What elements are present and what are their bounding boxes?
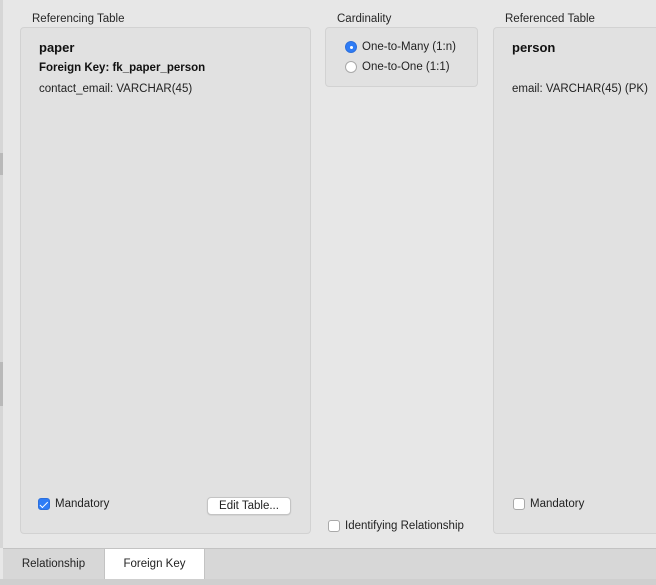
- window-bottom-edge: [0, 579, 656, 585]
- referenced-table-name: person: [512, 40, 556, 55]
- referencing-table-panel: paper Foreign Key: fk_paper_person conta…: [20, 27, 311, 534]
- referenced-table-label: Referenced Table: [505, 13, 595, 25]
- referenced-mandatory-checkbox[interactable]: Mandatory: [513, 498, 584, 510]
- tab-foreign-key[interactable]: Foreign Key: [104, 549, 205, 579]
- checkbox-checked-icon[interactable]: [38, 498, 50, 510]
- radio-one-to-many-label: One-to-Many (1:n): [362, 41, 456, 53]
- radio-selected-icon[interactable]: [345, 41, 357, 53]
- referenced-column[interactable]: email: VARCHAR(45) (PK): [512, 83, 648, 95]
- identifying-relationship-label: Identifying Relationship: [345, 520, 464, 532]
- checkbox-unchecked-icon[interactable]: [328, 520, 340, 532]
- cardinality-panel: One-to-Many (1:n) One-to-One (1:1): [325, 27, 478, 87]
- referenced-mandatory-label: Mandatory: [530, 498, 585, 510]
- radio-one-to-one[interactable]: One-to-One (1:1): [345, 61, 450, 73]
- edit-table-button[interactable]: Edit Table...: [207, 497, 291, 515]
- cardinality-label: Cardinality: [337, 13, 392, 25]
- referencing-column[interactable]: contact_email: VARCHAR(45): [39, 83, 192, 95]
- window-left-edge: [0, 0, 3, 548]
- splitter-mark: [0, 153, 3, 175]
- referencing-mandatory-label: Mandatory: [55, 498, 110, 510]
- referencing-mandatory-checkbox[interactable]: Mandatory: [38, 498, 109, 510]
- splitter-mark: [0, 362, 3, 384]
- foreign-key-name: Foreign Key: fk_paper_person: [39, 62, 206, 74]
- identifying-relationship-checkbox[interactable]: Identifying Relationship: [328, 520, 464, 532]
- radio-one-to-one-label: One-to-One (1:1): [362, 61, 450, 73]
- referenced-table-panel: person email: VARCHAR(45) (PK) Mandatory: [493, 27, 656, 534]
- radio-unselected-icon[interactable]: [345, 61, 357, 73]
- tab-bar: Relationship Foreign Key: [3, 548, 656, 579]
- tab-relationship[interactable]: Relationship: [3, 549, 104, 579]
- referencing-table-name: paper: [39, 40, 75, 55]
- referencing-table-label: Referencing Table: [32, 13, 125, 25]
- splitter-mark: [0, 384, 3, 406]
- checkbox-unchecked-icon[interactable]: [513, 498, 525, 510]
- radio-one-to-many[interactable]: One-to-Many (1:n): [345, 41, 456, 53]
